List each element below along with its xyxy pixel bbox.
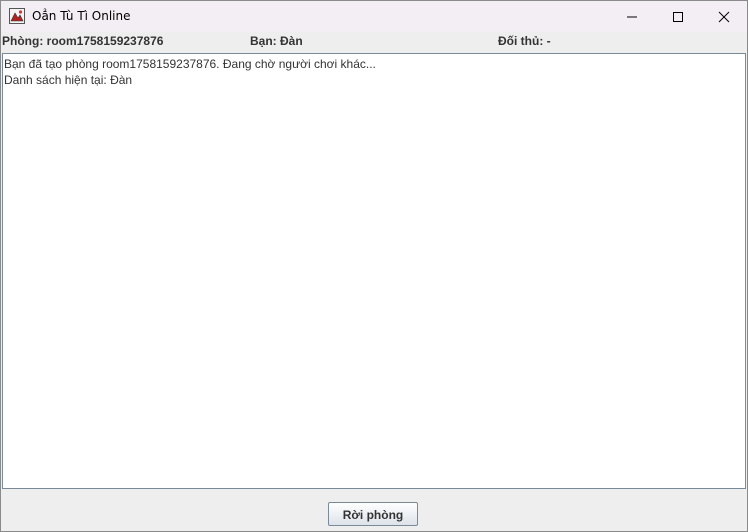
- maximize-button[interactable]: [655, 1, 701, 32]
- log-line: Bạn đã tạo phòng room1758159237876. Đang…: [4, 57, 376, 71]
- opponent-label: Đối thủ: -: [498, 34, 551, 48]
- message-log[interactable]: Bạn đã tạo phòng room1758159237876. Đang…: [2, 53, 746, 489]
- bottom-bar: Rời phòng: [1, 489, 747, 531]
- status-bar: Phòng: room1758159237876 Bạn: Đàn Đối th…: [1, 32, 747, 52]
- game-window: Oẳn Tù Tì Online Phòng: room175815923787…: [0, 0, 748, 532]
- minimize-icon: [627, 16, 637, 18]
- close-icon: [718, 11, 730, 23]
- minimize-button[interactable]: [609, 1, 655, 32]
- maximize-icon: [673, 12, 683, 22]
- close-button[interactable]: [701, 1, 747, 32]
- java-app-icon: [9, 8, 25, 24]
- window-title: Oẳn Tù Tì Online: [32, 9, 131, 23]
- log-line: Danh sách hiện tại: Đàn: [4, 73, 133, 87]
- title-bar[interactable]: Oẳn Tù Tì Online: [1, 1, 747, 32]
- player-label: Bạn: Đàn: [250, 34, 303, 48]
- leave-room-button[interactable]: Rời phòng: [328, 502, 418, 526]
- room-label: Phòng: room1758159237876: [2, 34, 164, 48]
